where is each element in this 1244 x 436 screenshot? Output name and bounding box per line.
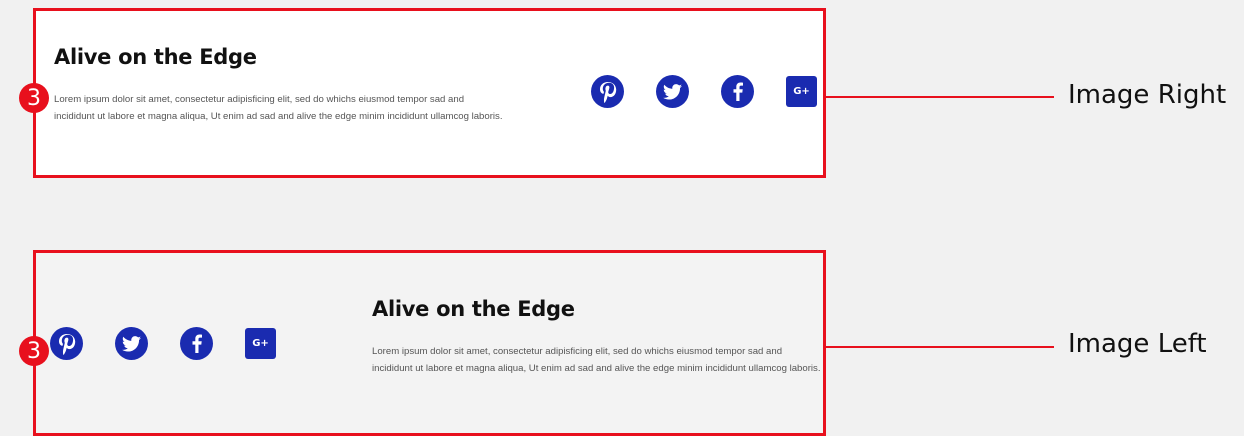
callout-connector-line [826,96,1054,98]
facebook-icon[interactable] [721,75,754,108]
callout-connector-line [826,346,1054,348]
twitter-icon[interactable] [656,75,689,108]
twitter-icon[interactable] [115,327,148,360]
section-body-text: Lorem ipsum dolor sit amet, consectetur … [372,346,821,374]
section-title: Alive on the Edge [54,45,257,69]
google-plus-label: G+ [252,338,269,349]
step-badge: 3 [19,83,49,113]
google-plus-label: G+ [793,86,810,97]
facebook-icon[interactable] [180,327,213,360]
step-badge: 3 [19,336,49,366]
section-title: Alive on the Edge [372,297,575,321]
pinterest-icon[interactable] [591,75,624,108]
google-plus-icon[interactable]: G+ [786,76,817,107]
image-left-example: G+ Alive on the Edge Lorem ipsum dolor s… [33,250,826,436]
image-right-label: Image Right [1068,80,1227,110]
image-left-label: Image Left [1068,329,1207,359]
google-plus-icon[interactable]: G+ [245,328,276,359]
image-right-example: Alive on the Edge Lorem ipsum dolor sit … [33,8,826,178]
pinterest-icon[interactable] [50,327,83,360]
section-body-text: Lorem ipsum dolor sit amet, consectetur … [54,94,503,122]
social-icons: G+ [50,327,276,360]
social-icons: G+ [591,75,817,108]
